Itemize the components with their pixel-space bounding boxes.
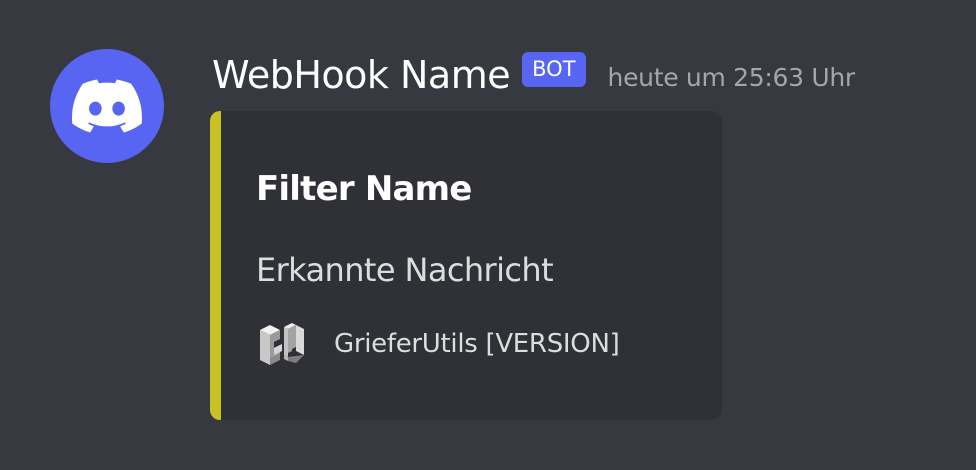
embed-description: Erkannte Nachricht [256,251,554,289]
griefer-utils-logo-icon [260,323,304,365]
avatar[interactable] [50,49,164,163]
embed-footer: GrieferUtils [VERSION] [258,321,620,367]
embed-accent-bar [210,111,221,420]
message-header: WebHook Name BOT heute um 25:63 Uhr [212,50,855,100]
bot-badge: BOT [522,51,586,87]
username[interactable]: WebHook Name [212,53,511,97]
timestamp: heute um 25:63 Uhr [607,62,856,92]
discord-logo-icon [72,79,142,133]
embed-footer-text: GrieferUtils [VERSION] [334,329,620,359]
message-embed: Filter Name Erkannte Nachricht GrieferUt… [210,111,722,420]
embed-title: Filter Name [256,169,472,209]
chat-message: WebHook Name BOT heute um 25:63 Uhr Filt… [0,0,976,470]
